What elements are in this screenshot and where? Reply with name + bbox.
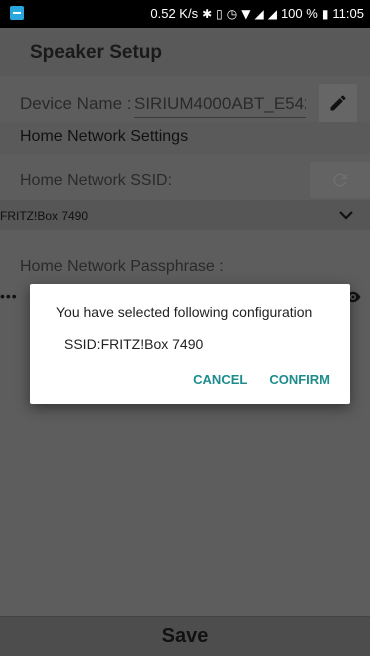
passphrase-label: Home Network Passphrase : xyxy=(20,258,224,275)
cancel-button[interactable]: CANCEL xyxy=(193,372,247,387)
confirmation-dialog: You have selected following configuratio… xyxy=(30,284,350,404)
edit-device-name-button[interactable] xyxy=(319,84,357,122)
clock: 11:05 xyxy=(332,6,364,21)
dialog-message: You have selected following configuratio… xyxy=(56,304,313,320)
confirm-button[interactable]: CONFIRM xyxy=(269,372,330,387)
passphrase-input[interactable]: ••• xyxy=(0,288,18,304)
status-bar: 0.52 K/s ✱ ▯ ◷ ▼ ◢ ◢ 100 % ▮ 11:05 xyxy=(0,0,370,28)
battery-level: 100 % xyxy=(280,6,318,21)
device-name-field[interactable]: SIRIUM4000ABT_E542I xyxy=(134,94,306,118)
save-button-label: Save xyxy=(161,625,209,647)
device-name-label: Device Name : xyxy=(20,94,132,113)
wifi-icon: ▼ xyxy=(241,6,251,21)
app-header: Speaker Setup xyxy=(0,28,370,76)
dialog-actions: CANCEL CONFIRM xyxy=(193,372,330,387)
section-title: Home Network Settings xyxy=(20,128,189,145)
pencil-icon xyxy=(330,95,346,111)
alarm-icon: ◷ xyxy=(226,6,238,21)
refresh-networks-button[interactable] xyxy=(310,162,370,198)
battery-icon: ▮ xyxy=(321,6,329,21)
signal-icon: ◢ xyxy=(254,6,264,21)
save-button[interactable]: Save xyxy=(0,616,370,656)
network-speed: 0.52 K/s xyxy=(150,6,199,21)
refresh-icon xyxy=(333,173,347,187)
device-name-row: Device Name : SIRIUM4000ABT_E542I xyxy=(0,78,370,126)
vibrate-icon: ▯ xyxy=(216,6,223,21)
status-icons: 0.52 K/s ✱ ▯ ◷ ▼ ◢ ◢ 100 % ▮ 11:05 xyxy=(150,6,364,21)
bluetooth-icon: ✱ xyxy=(202,6,213,21)
ssid-dropdown[interactable]: FRITZ!Box 7490 xyxy=(0,200,370,230)
chevron-down-icon xyxy=(339,211,353,220)
dialog-ssid-line: SSID:FRITZ!Box 7490 xyxy=(64,336,204,352)
signal-icon: ◢ xyxy=(267,6,277,21)
ssid-label: Home Network SSID: xyxy=(20,172,173,189)
ssid-selected-value: FRITZ!Box 7490 xyxy=(0,209,89,223)
app-icon xyxy=(10,6,24,20)
page-title: Speaker Setup xyxy=(30,42,162,63)
